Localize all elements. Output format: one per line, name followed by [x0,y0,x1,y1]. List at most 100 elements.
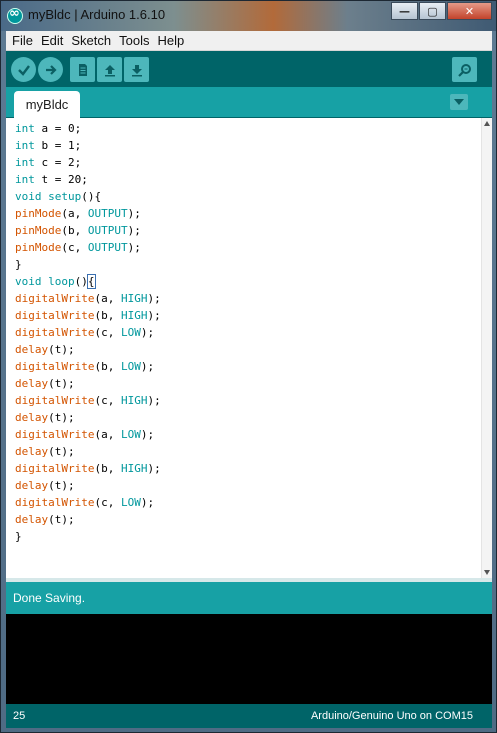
menu-help[interactable]: Help [153,33,188,48]
verify-button[interactable] [11,57,36,82]
code-token: delay [15,377,49,390]
code-token: void [15,190,42,203]
code-token: ); [127,207,141,220]
tab-menu-chevron-down-icon[interactable] [450,94,468,110]
code-token: digitalWrite [15,326,95,339]
code-line[interactable]: digitalWrite(a, LOW); [15,426,477,443]
code-line[interactable]: int c = 2; [15,154,477,171]
tab-mybldc[interactable]: myBldc [14,91,80,118]
console-output[interactable] [6,614,492,704]
scroll-up-arrow-icon[interactable] [484,121,490,126]
code-line[interactable]: int t = 20; [15,171,477,188]
code-line[interactable]: pinMode(a, OUTPUT); [15,205,477,222]
open-icon [104,64,115,76]
code-token: } [15,530,22,543]
menu-file[interactable]: File [8,33,37,48]
code-token: (t); [48,445,75,458]
code-token: ); [140,360,155,373]
code-token: ); [140,428,155,441]
code-token: (c, [61,241,88,254]
code-line[interactable]: digitalWrite(b, HIGH); [15,460,477,477]
code-token: delay [15,411,49,424]
code-token: } [15,258,22,271]
menu-sketch[interactable]: Sketch [67,33,115,48]
save-button[interactable] [124,57,149,82]
code-line[interactable]: delay(t); [15,511,477,528]
code-token: OUTPUT [87,241,128,254]
code-token: digitalWrite [15,309,95,322]
code-token: setup [48,190,82,203]
close-button[interactable]: ✕ [447,2,492,20]
code-token: b = 1; [34,139,82,152]
code-token: (c, [94,394,121,407]
arduino-logo-icon [7,6,23,24]
verify-icon [17,64,30,76]
code-token: delay [15,445,49,458]
code-line[interactable]: delay(t); [15,375,477,392]
code-line[interactable]: delay(t); [15,409,477,426]
client-area: File Edit Sketch Tools Help myBldc int a… [6,31,492,728]
new-button[interactable] [70,57,95,82]
code-token: loop [48,275,75,288]
code-line[interactable]: digitalWrite(c, LOW); [15,494,477,511]
maximize-button[interactable]: ▢ [419,2,446,20]
code-token: (t); [48,479,75,492]
code-token: LOW [120,360,141,373]
code-line[interactable]: digitalWrite(b, HIGH); [15,307,477,324]
code-line[interactable]: int b = 1; [15,137,477,154]
code-line[interactable]: pinMode(b, OUTPUT); [15,222,477,239]
code-line[interactable]: delay(t); [15,341,477,358]
code-line[interactable]: delay(t); [15,443,477,460]
code-line[interactable]: pinMode(c, OUTPUT); [15,239,477,256]
code-token: HIGH [120,292,148,305]
code-token: HIGH [120,394,148,407]
code-token: () [74,275,88,288]
code-line[interactable]: } [15,528,477,545]
menu-edit[interactable]: Edit [37,33,67,48]
code-editor[interactable]: int a = 0; int b = 1; int c = 2; int t = 20… [6,118,492,578]
upload-icon [45,64,57,75]
code-token: LOW [120,496,141,509]
code-line[interactable]: digitalWrite(c, HIGH); [15,392,477,409]
code-token: t = 20; [34,173,88,186]
code-token: int [15,122,35,135]
code-token: (a, [94,292,121,305]
serial-monitor-button[interactable] [452,57,477,82]
code-line[interactable]: digitalWrite(b, LOW); [15,358,477,375]
code-token: void [15,275,42,288]
code-token: (t); [48,411,75,424]
code-token: int [15,139,35,152]
code-token: int [15,173,35,186]
minimize-button[interactable]: — [391,2,418,20]
footer-bar: 25 Arduino/Genuino Uno on COM15 [6,704,492,728]
code-line[interactable]: void loop(){ [15,273,477,290]
code-line[interactable]: digitalWrite(a, HIGH); [15,290,477,307]
code-token: (t); [48,343,75,356]
vertical-scrollbar[interactable] [481,118,492,578]
code-line[interactable]: void setup(){ [15,188,477,205]
code-token: ); [147,394,161,407]
title-bar[interactable]: myBldc | Arduino 1.6.10 — ▢ ✕ [1,1,496,31]
code-token: (b, [94,360,121,373]
board-port-info: Arduino/Genuino Uno on COM15 [310,710,473,722]
menu-tools[interactable]: Tools [115,33,153,48]
code-token: (c, [94,326,121,339]
code-token: digitalWrite [15,428,95,441]
code-token: ); [147,292,161,305]
code-line[interactable]: delay(t); [15,477,477,494]
code-text[interactable]: int a = 0; int b = 1; int c = 2; int t = 20… [15,120,477,545]
code-token: digitalWrite [15,462,95,475]
serial-monitor-icon [457,63,471,77]
scroll-down-arrow-icon[interactable] [484,570,490,575]
upload-button[interactable] [38,57,63,82]
arduino-window: myBldc | Arduino 1.6.10 — ▢ ✕ File Edit … [0,0,497,733]
open-button[interactable] [97,57,122,82]
code-line[interactable]: digitalWrite(c, LOW); [15,324,477,341]
code-token: delay [15,513,49,526]
tab-bar: myBldc [6,87,492,118]
code-token: pinMode [15,241,62,254]
code-line[interactable]: } [15,256,477,273]
code-token: (c, [94,496,121,509]
code-token: ); [147,309,161,322]
code-line[interactable]: int a = 0; [15,120,477,137]
